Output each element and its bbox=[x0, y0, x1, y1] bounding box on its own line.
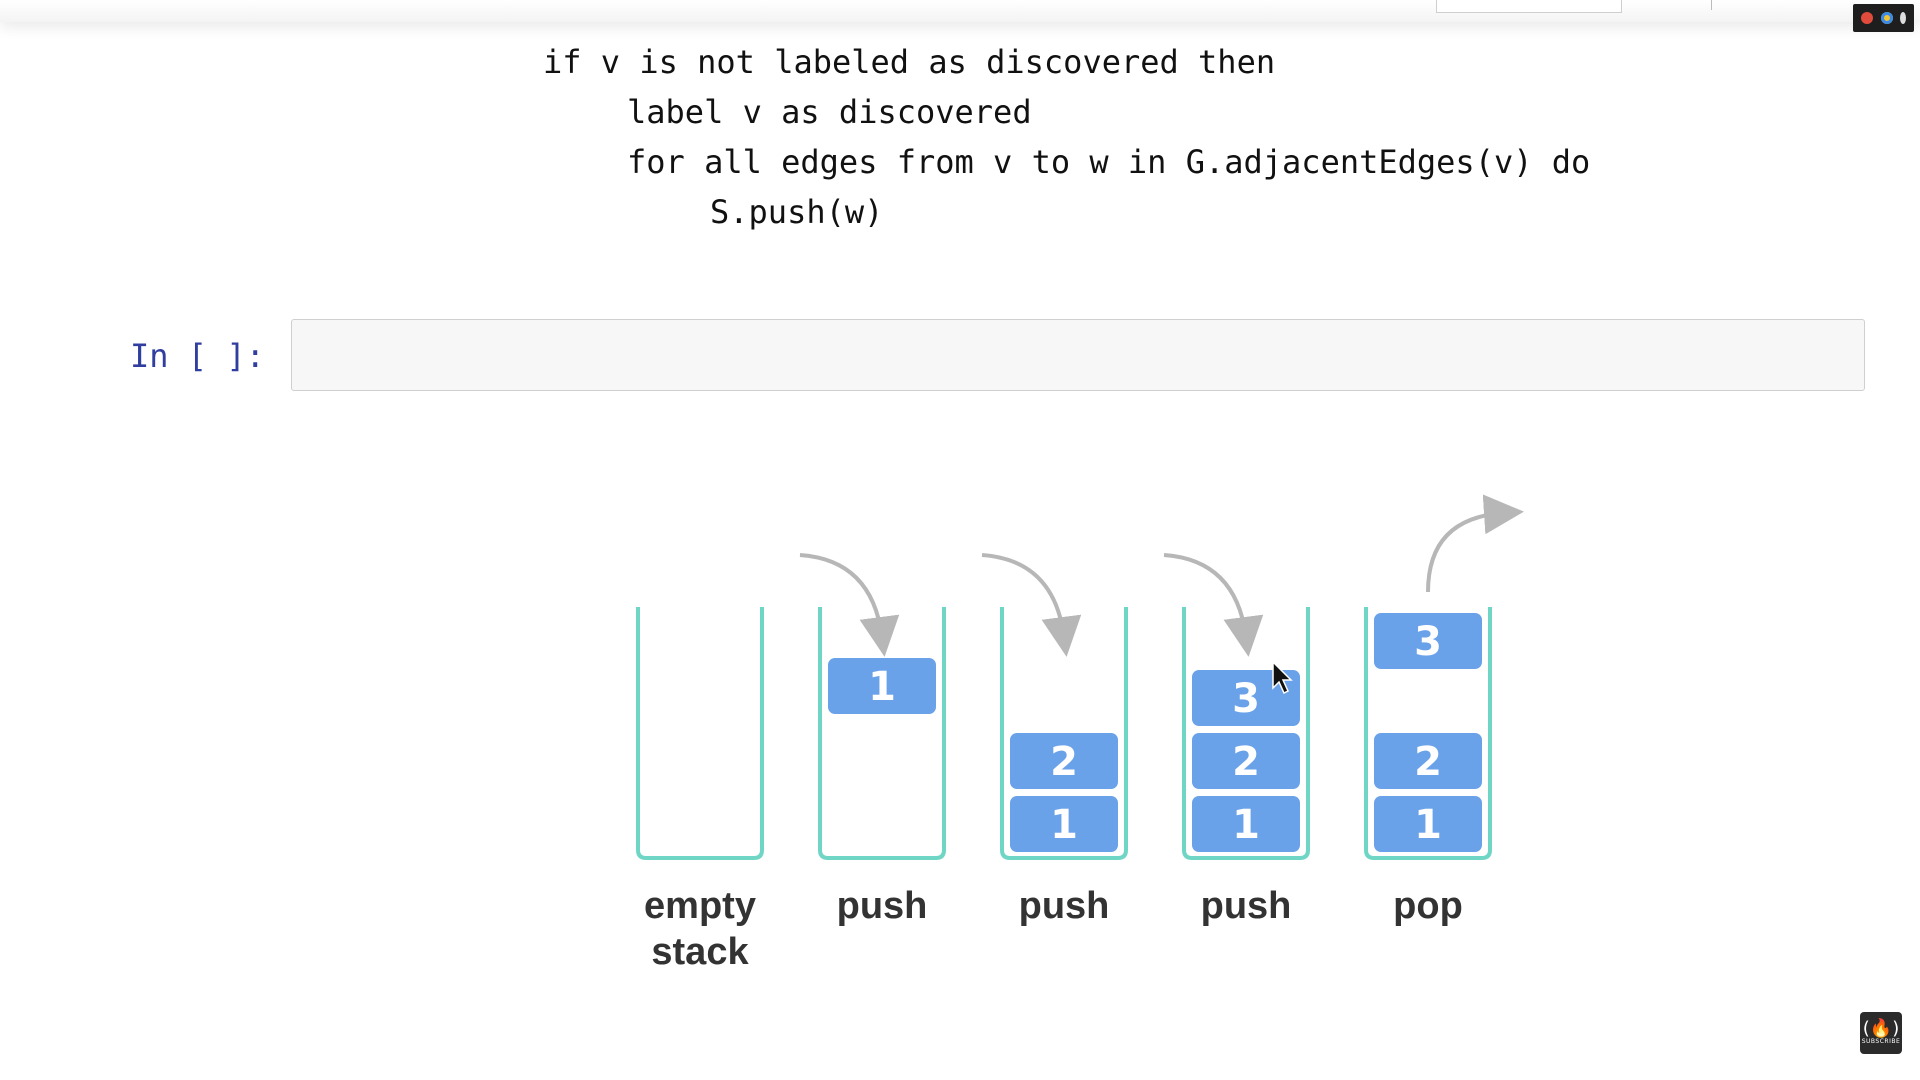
stack-item-label: 2 bbox=[1414, 739, 1442, 785]
stack-4: 1 2 3 pop bbox=[1364, 494, 1524, 927]
stack-diagram: emptystack 1 push 1 2 push 1 2 3 push 1 2 3 pop bbox=[636, 494, 1524, 973]
stack-item-label: 1 bbox=[868, 664, 896, 710]
push-arrow bbox=[981, 553, 1082, 657]
stack-container bbox=[818, 607, 946, 860]
pop-arrow bbox=[1426, 494, 1524, 593]
push-arrow bbox=[1163, 553, 1264, 657]
channel-logo-icon[interactable]: (🔥) SUBSCRIBE bbox=[1860, 1012, 1902, 1054]
stack-caption: pop bbox=[1393, 885, 1463, 927]
stack-item-label: 1 bbox=[1414, 802, 1442, 848]
stack-item-label: 3 bbox=[1232, 676, 1260, 722]
screen: if v is not labeled as discovered then l… bbox=[0, 0, 1920, 1080]
stack-caption: empty bbox=[644, 885, 756, 927]
stack-3: 1 2 3 push bbox=[1163, 553, 1310, 927]
push-arrow bbox=[799, 553, 900, 657]
stack-item-label: 2 bbox=[1232, 739, 1260, 785]
stack-container bbox=[636, 607, 764, 860]
stack-2: 1 2 push bbox=[981, 553, 1128, 927]
stack-item-label: 3 bbox=[1414, 619, 1442, 665]
stack-1: 1 push bbox=[799, 553, 946, 927]
stack-caption: stack bbox=[651, 931, 749, 973]
stack-caption: push bbox=[837, 885, 928, 927]
stack-item-label: 2 bbox=[1050, 739, 1078, 785]
stack-item-label: 1 bbox=[1232, 802, 1260, 848]
stack-caption: push bbox=[1019, 885, 1110, 927]
stack-0: emptystack bbox=[636, 607, 764, 973]
stack-item-label: 1 bbox=[1050, 802, 1078, 848]
stack-caption: push bbox=[1201, 885, 1292, 927]
